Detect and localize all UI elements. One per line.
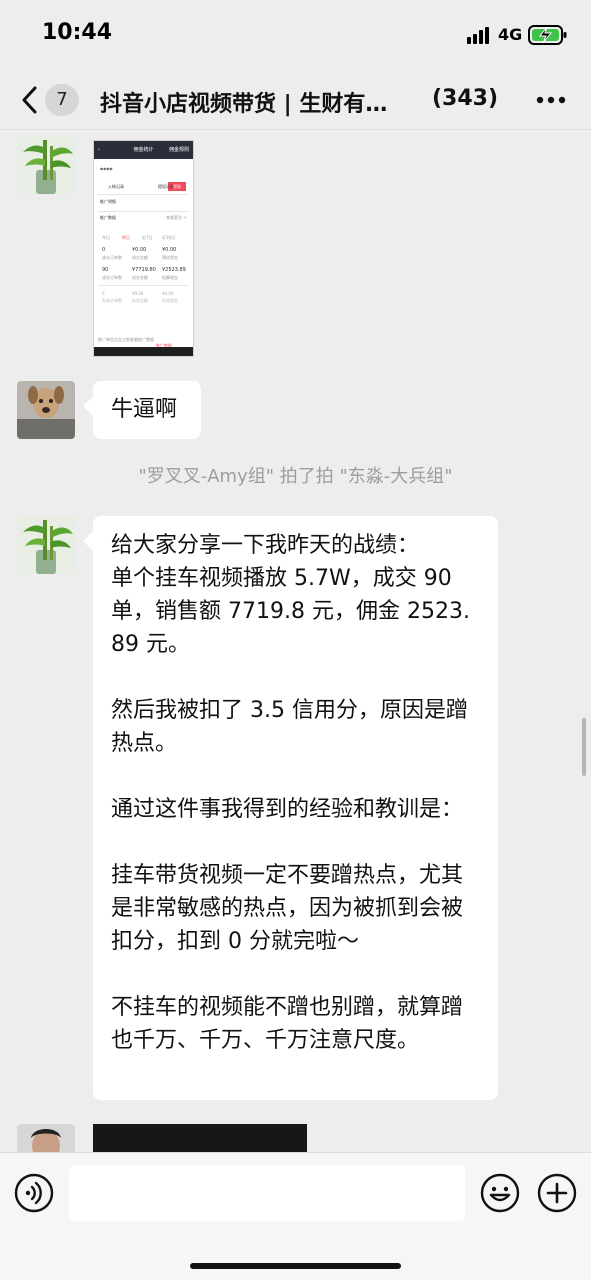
thumb-cell-label: 成交金额	[132, 275, 148, 280]
signal-icon	[467, 27, 489, 44]
network-label: 4G	[498, 25, 523, 44]
image-message[interactable]: ‹ 佣金统计 佣金规则 **** 提现 入帐记录 提现记录 推广明细 推广数据 …	[93, 140, 194, 357]
thumb-section-2: 推广数据	[100, 215, 116, 220]
thumb-cell: ¥7719.80	[132, 267, 156, 273]
thumb-footer-text: 推广带货点击立即查看推广数据	[98, 337, 154, 342]
thumb-cell-label: 结算佣金	[162, 275, 178, 280]
thumb-tab: 今日	[102, 235, 110, 240]
plus-icon[interactable]	[537, 1173, 577, 1213]
thumb-tab: 昨日	[122, 235, 130, 240]
thumb-nav-bar	[94, 347, 193, 356]
thumb-cell: ¥2523.89	[162, 267, 186, 273]
thumb-cell: 90	[102, 267, 109, 273]
bamboo-plant-icon	[17, 136, 75, 194]
thumb-tab: 近30日	[162, 235, 176, 240]
avatar-dog[interactable]	[17, 381, 75, 439]
member-count: (343)	[432, 86, 499, 111]
avatar-bamboo[interactable]	[17, 516, 75, 574]
thumb-cell-label: 失效订单数	[102, 298, 122, 303]
message-text: 牛逼啊	[111, 397, 178, 422]
thumb-header: ‹ 佣金统计 佣金规则	[94, 141, 193, 159]
thumb-entry-right: 提现记录	[158, 184, 174, 189]
battery-charging-icon	[528, 25, 567, 45]
thumb-cell: ¥0.00	[162, 247, 177, 253]
status-time: 10:44	[42, 20, 113, 45]
avatar-person[interactable]	[17, 1124, 75, 1152]
message-bubble[interactable]: 给大家分享一下我昨天的战绩： 单个挂车视频播放 5.7W，成交 90 单，销售额…	[93, 516, 498, 1100]
person-photo-icon	[17, 1124, 75, 1152]
message-text: 给大家分享一下我昨天的战绩： 单个挂车视频播放 5.7W，成交 90 单，销售额…	[111, 533, 470, 1053]
voice-icon[interactable]	[14, 1173, 54, 1213]
home-indicator[interactable]	[190, 1263, 401, 1269]
system-notice: "罗叉叉-Amy组" 拍了拍 "东淼-大兵组"	[138, 466, 453, 487]
thumb-body: **** 提现 入帐记录 提现记录 推广明细 推广数据 查看更多 > 今日 昨日…	[94, 159, 193, 349]
thumb-cell-label: 成交金额	[132, 255, 148, 260]
thumb-cell-label: 预估佣金	[162, 255, 178, 260]
unread-count-badge[interactable]: 7	[45, 84, 79, 116]
scrollbar[interactable]	[582, 718, 586, 776]
message-input[interactable]	[69, 1165, 465, 1221]
thumb-cell-label: 失效佣金	[162, 298, 178, 303]
dog-photo-icon	[17, 381, 75, 439]
thumb-cell-label: 成交订单数	[102, 255, 122, 260]
thumb-cell-label: 成交订单数	[102, 275, 122, 280]
thumb-masked-value: ****	[100, 167, 113, 174]
image-message[interactable]	[93, 1124, 307, 1154]
avatar-bamboo[interactable]	[17, 136, 75, 194]
thumb-section-2-more: 查看更多 >	[166, 215, 187, 220]
thumb-cell: ¥0.00	[132, 247, 147, 253]
thumb-header-title: 佣金统计	[133, 147, 154, 153]
thumb-entry-left: 入帐记录	[108, 184, 124, 189]
thumb-tab: 近7日	[142, 235, 153, 240]
thumb-cell: ¥0.00	[132, 291, 144, 296]
thumb-cell: ¥0.00	[162, 291, 174, 296]
bamboo-plant-icon	[17, 516, 75, 574]
status-bar: 10:44 4G	[0, 0, 591, 70]
thumb-cell: 0	[102, 247, 106, 253]
thumb-cell-label: 失效金额	[132, 298, 148, 303]
emoji-icon[interactable]	[480, 1173, 520, 1213]
thumb-header-right: 佣金规则	[168, 147, 189, 153]
chat-title[interactable]: 抖音小店视频带货 | 生财有…	[100, 86, 430, 118]
thumb-back-icon: ‹	[98, 147, 100, 153]
thumb-cell: 0	[102, 291, 105, 296]
more-dots-icon[interactable]	[536, 96, 566, 104]
input-bar	[0, 1152, 591, 1280]
chevron-left-icon[interactable]	[20, 86, 38, 114]
message-bubble[interactable]: 牛逼啊	[93, 381, 201, 439]
chat-header: 7 抖音小店视频带货 | 生财有… (343)	[0, 70, 591, 130]
thumb-section-1: 推广明细	[100, 199, 116, 204]
